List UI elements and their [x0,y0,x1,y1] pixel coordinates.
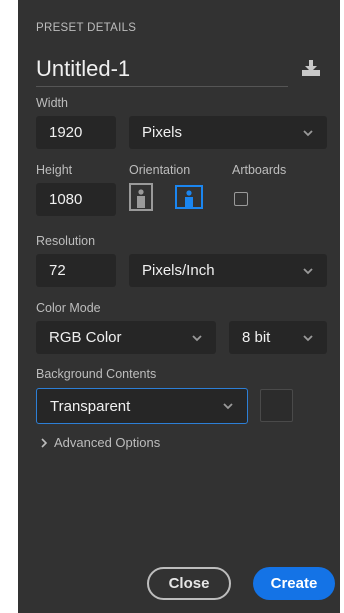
color-mode-select[interactable]: RGB Color [36,321,216,354]
background-contents-select[interactable]: Transparent [36,388,248,424]
chevron-down-icon [192,334,202,341]
height-label: Height [36,163,73,177]
document-name-underline [36,86,288,87]
preset-details-panel: PRESET DETAILS Untitled-1 Width 1920 Pix… [18,0,340,613]
orientation-label: Orientation [129,163,191,177]
width-unit-value: Pixels [142,124,183,141]
document-name-input[interactable]: Untitled-1 [36,56,130,82]
height-value: 1080 [49,191,83,208]
create-button[interactable]: Create [253,567,335,600]
color-mode-label: Color Mode [36,301,101,315]
close-button[interactable]: Close [147,567,231,600]
width-unit-select[interactable]: Pixels [129,116,327,149]
background-contents-value: Transparent [50,397,131,415]
height-input[interactable]: 1080 [36,183,116,216]
landscape-orientation-icon[interactable] [175,185,203,209]
artboards-checkbox[interactable] [234,192,248,206]
chevron-down-icon [303,129,313,136]
chevron-down-icon [303,334,313,341]
chevron-down-icon [303,267,313,274]
chevron-right-icon [41,437,48,448]
width-value: 1920 [49,124,83,141]
resolution-input[interactable]: 72 [36,254,116,287]
chevron-down-icon [223,403,233,410]
artboards-label: Artboards [232,163,287,177]
background-contents-label: Background Contents [36,367,157,381]
width-label: Width [36,96,68,110]
advanced-options-toggle[interactable]: Advanced Options [40,435,160,450]
resolution-value: 72 [49,262,66,279]
resolution-unit-value: Pixels/Inch [142,262,215,279]
background-color-swatch[interactable] [260,389,293,422]
width-input[interactable]: 1920 [36,116,116,149]
resolution-unit-select[interactable]: Pixels/Inch [129,254,327,287]
bit-depth-value: 8 bit [242,329,271,346]
bit-depth-select[interactable]: 8 bit [229,321,327,354]
resolution-label: Resolution [36,234,96,248]
portrait-orientation-icon[interactable] [129,183,153,211]
save-preset-icon[interactable] [300,58,322,78]
advanced-options-label: Advanced Options [54,435,161,450]
section-title: PRESET DETAILS [36,22,137,34]
color-mode-value: RGB Color [49,329,122,346]
